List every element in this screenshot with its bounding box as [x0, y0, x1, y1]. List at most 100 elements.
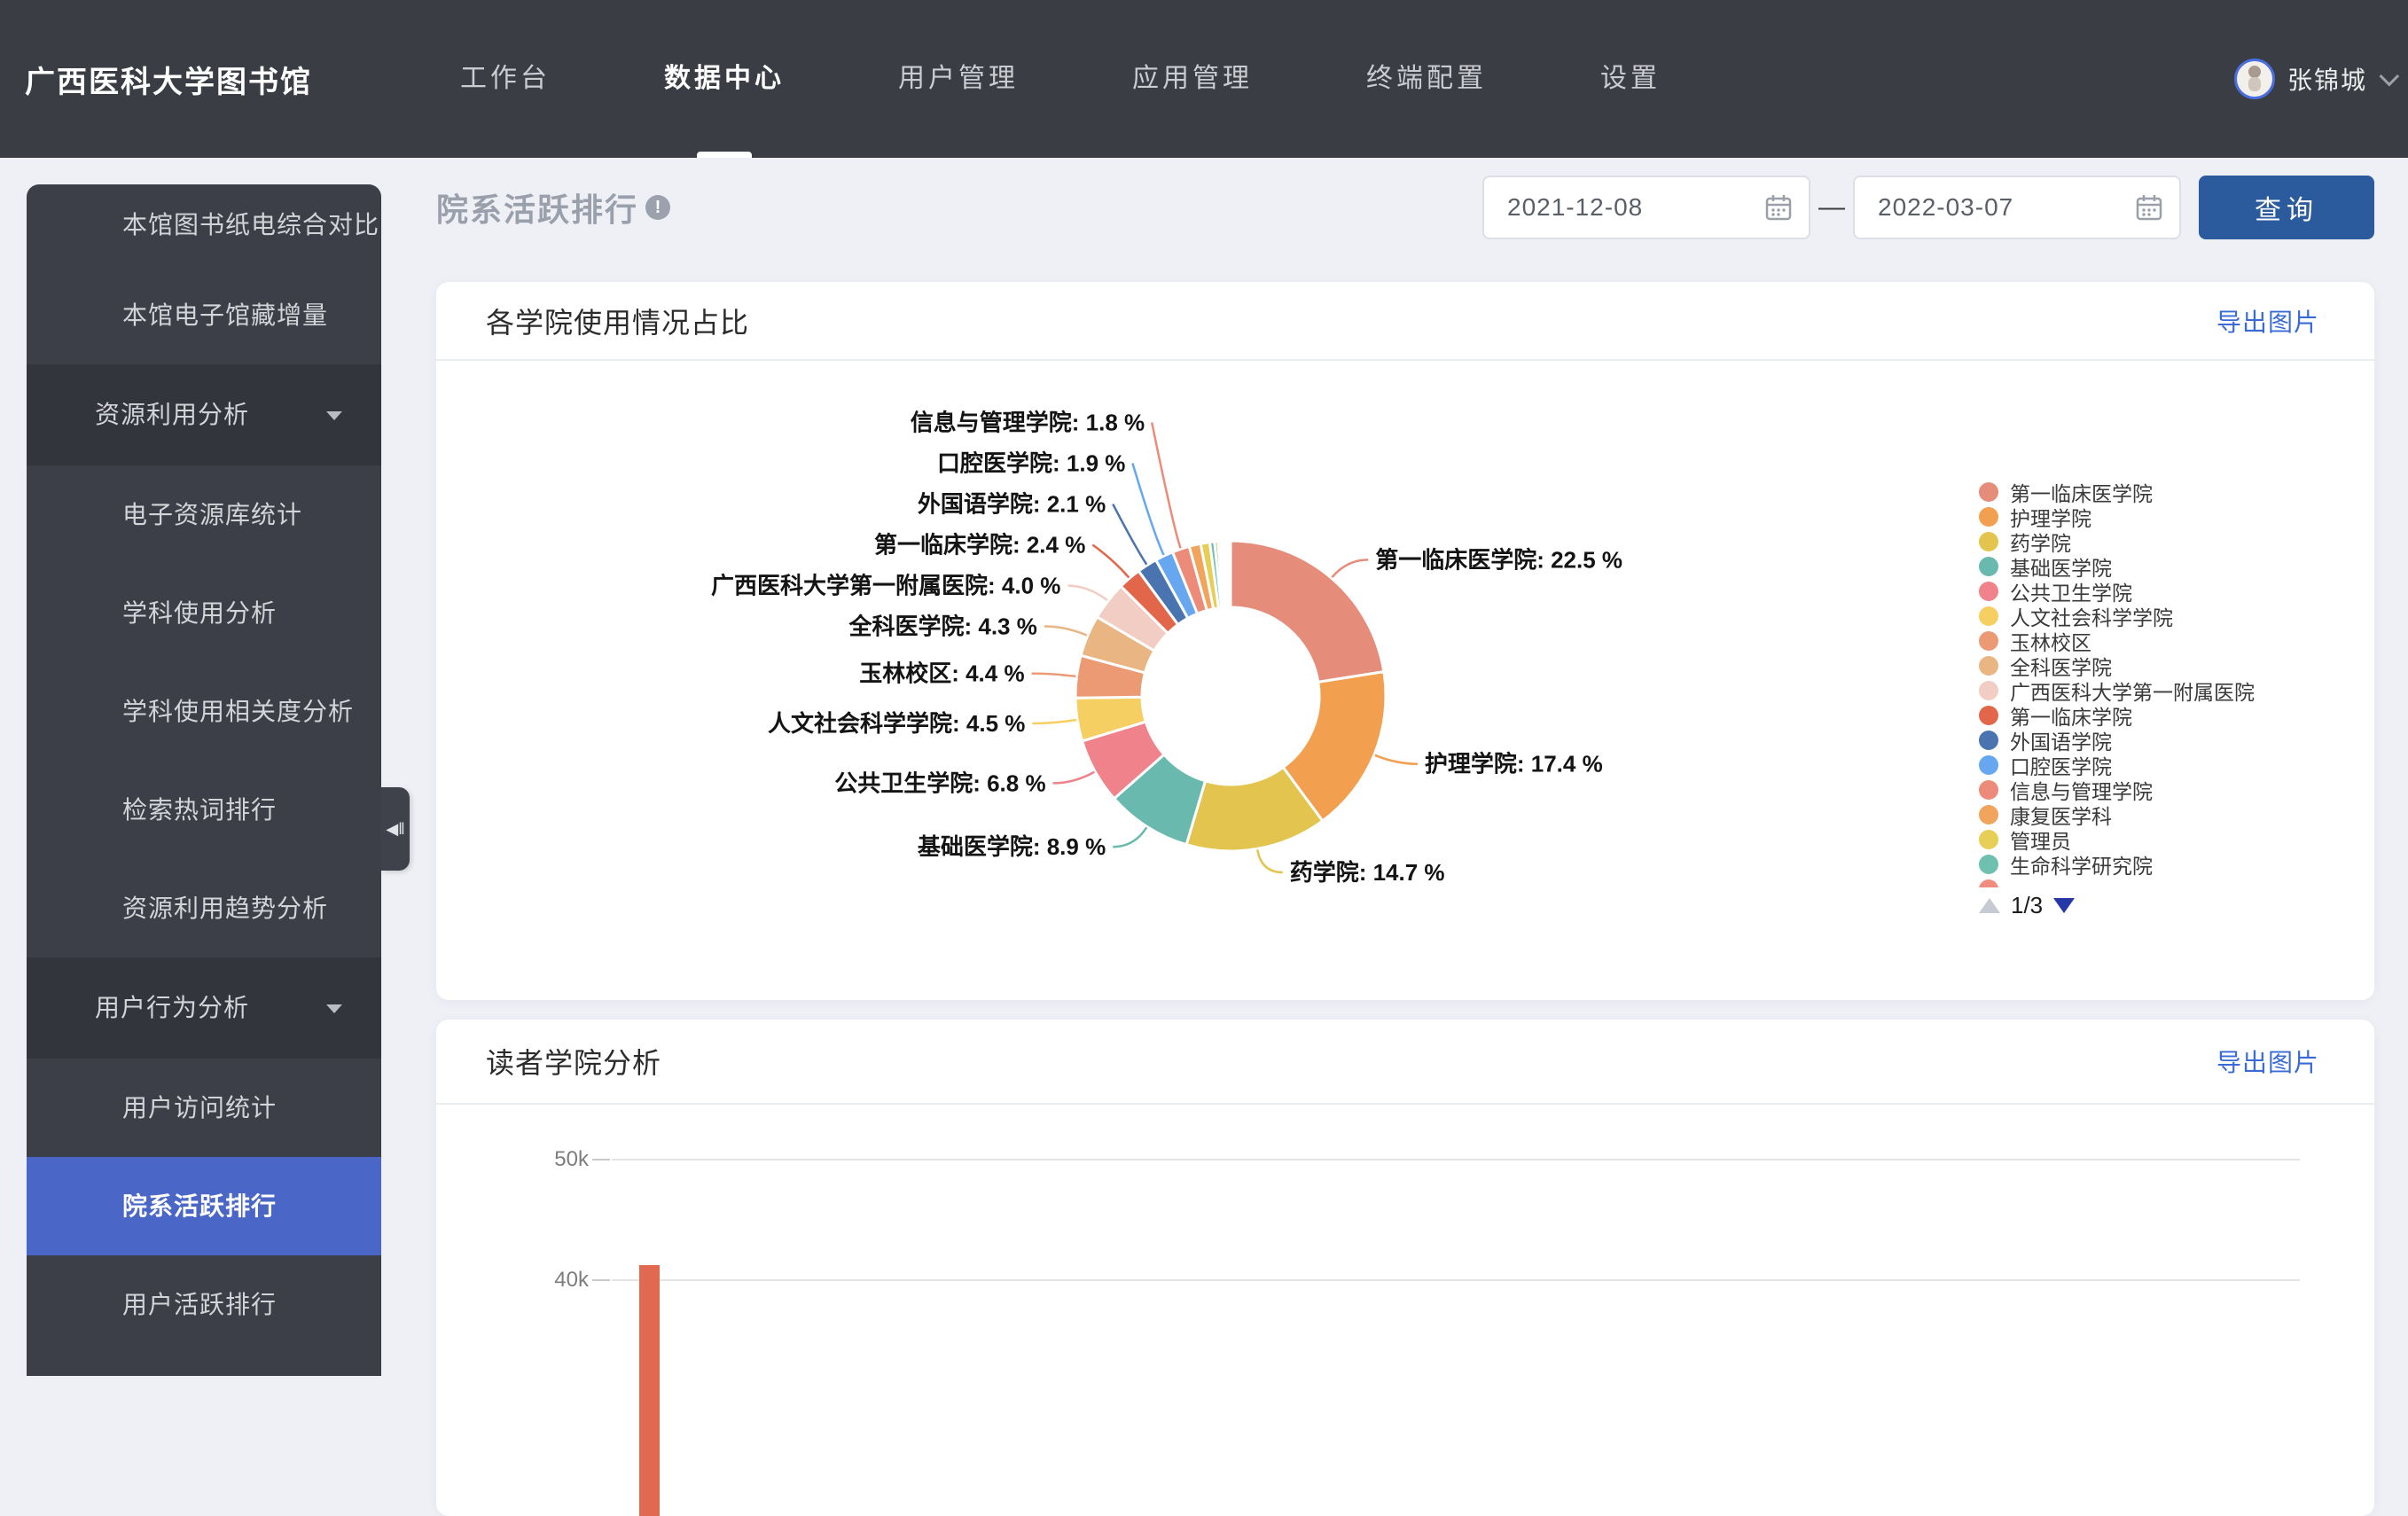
info-icon[interactable]: ! [645, 195, 670, 220]
page-title: 院系活跃排行 [436, 184, 638, 231]
sidebar-item-本馆图书纸电综合对比[interactable]: 本馆图书纸电综合对比 [27, 184, 381, 266]
sidebar-item-用户行为分析[interactable]: 用户行为分析 [27, 957, 381, 1059]
legend-item-信息与管理学院[interactable]: 信息与管理学院 [1979, 778, 2360, 802]
legend-color-dot [1979, 606, 1998, 626]
legend-item-玉林校区[interactable]: 玉林校区 [1979, 629, 2360, 653]
nav-item-数据中心[interactable]: 数据中心 [664, 0, 785, 158]
legend-color-dot [1979, 532, 1998, 551]
legend-color-dot [1979, 507, 1998, 527]
legend-item-公共卫生学院[interactable]: 公共卫生学院 [1979, 579, 2360, 604]
user-menu[interactable]: 张锦城 [2234, 59, 2394, 99]
date-to-input[interactable]: 2022-03-07 [1853, 176, 2181, 239]
sidebar-collapse-handle[interactable]: ◀‖ [381, 787, 410, 871]
sidebar-item-学科使用相关度分析[interactable]: 学科使用相关度分析 [27, 662, 381, 761]
sidebar-item-资源利用趋势分析[interactable]: 资源利用趋势分析 [27, 859, 381, 957]
calendar-icon [1764, 193, 1793, 222]
pie-slice-第一临床医学院[interactable] [1231, 541, 1384, 682]
legend-item-口腔医学院[interactable]: 口腔医学院 [1979, 753, 2360, 778]
pie-slice-other[interactable] [1230, 541, 1231, 607]
user-avatar[interactable] [2234, 59, 2275, 99]
caret-down-icon [326, 411, 342, 420]
label-line-信息与管理学院 [1152, 423, 1180, 549]
sidebar-item-院系活跃排行[interactable]: 院系活跃排行 [27, 1157, 381, 1255]
nav-item-工作台[interactable]: 工作台 [460, 0, 551, 158]
sidebar-item-本馆电子馆藏增量[interactable]: 本馆电子馆藏增量 [27, 266, 381, 364]
legend-item-生命科学研究院[interactable]: 生命科学研究院 [1979, 852, 2360, 877]
card-header: 读者学院分析 导出图片 [436, 1020, 2374, 1105]
gridline-40k [612, 1279, 2300, 1281]
user-name: 张锦城 [2287, 61, 2367, 97]
date-range-controls: 2021-12-08 — 2022-03-07 [1482, 176, 2374, 239]
sidebar-item-用户访问统计[interactable]: 用户访问统计 [27, 1059, 381, 1157]
legend-item-药学院[interactable]: 药学院 [1979, 529, 2360, 554]
date-from-input[interactable]: 2021-12-08 [1482, 176, 1810, 239]
nav-item-应用管理[interactable]: 应用管理 [1132, 0, 1253, 158]
legend-page-up-icon[interactable] [1979, 898, 2000, 913]
pie-label-全科医学院: 全科医学院: 4.3 % [848, 613, 1036, 640]
legend-item-人文社会科学学院[interactable]: 人文社会科学学院 [1979, 604, 2360, 629]
axis-tick [592, 1279, 610, 1281]
college-usage-share-card: 各学院使用情况占比 导出图片 第一临床医学院: 22.5 %护理学院: 17.4… [436, 282, 2374, 1000]
chevron-down-icon [2380, 66, 2400, 87]
legend-color-dot [1979, 681, 1998, 700]
card-title: 各学院使用情况占比 [486, 282, 749, 359]
label-line-公共卫生学院 [1053, 772, 1095, 784]
sidebar-item-用户活跃排行[interactable]: 用户活跃排行 [27, 1255, 381, 1354]
avatar-figure-icon [2237, 61, 2272, 97]
legend-color-dot [1979, 557, 1998, 576]
legend-item-第一临床学院[interactable]: 第一临床学院 [1979, 703, 2360, 728]
legend-item-广西医科大学第一附属医院[interactable]: 广西医科大学第一附属医院 [1979, 678, 2360, 703]
query-button[interactable]: 查询 [2199, 176, 2374, 239]
legend-color-dot [1979, 755, 1998, 775]
calendar-icon [2135, 193, 2163, 222]
bar-series-item[interactable] [639, 1265, 660, 1516]
legend-item-外国语学院[interactable]: 外国语学院 [1979, 728, 2360, 753]
legend-item-第一临床医学院[interactable]: 第一临床医学院 [1979, 480, 2360, 504]
label-line-全科医学院 [1044, 627, 1087, 636]
legend-item-康复医学科[interactable]: 康复医学科 [1979, 802, 2360, 827]
legend-item-护理学院[interactable]: 护理学院 [1979, 504, 2360, 529]
sidebar-item-电子资源库统计[interactable]: 电子资源库统计 [27, 465, 381, 564]
axis-tick [592, 1159, 610, 1160]
legend-item-管理员[interactable]: 管理员 [1979, 827, 2360, 852]
bar-chart: 50k40k [436, 1105, 2374, 1516]
gridline-50k [612, 1159, 2300, 1160]
pie-label-广西医科大学第一附属医院: 广西医科大学第一附属医院: 4.0 % [711, 573, 1060, 599]
legend-color-dot [1979, 879, 1998, 887]
legend-color-dot [1979, 731, 1998, 750]
legend-color-dot [1979, 656, 1998, 676]
nav-item-设置[interactable]: 设置 [1600, 0, 1661, 158]
legend-color-dot [1979, 482, 1998, 502]
legend-item-全科医学院[interactable]: 全科医学院 [1979, 653, 2360, 678]
pie-label-口腔医学院: 口腔医学院: 1.9 % [937, 450, 1125, 477]
legend-pager: 1/3 [1979, 892, 2075, 919]
ytick-label-50k: 50k [518, 1146, 589, 1173]
legend-item-基础医学院[interactable]: 基础医学院 [1979, 554, 2360, 579]
legend-color-dot [1979, 631, 1998, 651]
label-line-第一临床医学院 [1332, 559, 1368, 577]
label-line-护理学院 [1375, 755, 1418, 764]
legend-color-dot [1979, 855, 1998, 874]
pie-label-药学院: 药学院: 14.7 % [1290, 859, 1445, 886]
legend-page-down-icon[interactable] [2053, 898, 2075, 913]
app-logo-title: 广西医科大学图书馆 [25, 58, 312, 101]
sidebar-menu: 本馆图书纸电综合对比本馆电子馆藏增量资源利用分析电子资源库统计学科使用分析学科使… [27, 184, 381, 1376]
card-header: 各学院使用情况占比 导出图片 [436, 282, 2374, 361]
main-menu: 工作台 数据中心用户管理应用管理终端配置设置 [460, 0, 1661, 158]
sidebar-item-检索热词排行[interactable]: 检索热词排行 [27, 761, 381, 859]
legend-color-dot [1979, 830, 1998, 849]
label-line-广西医科大学第一附属医院 [1067, 586, 1107, 601]
nav-item-用户管理[interactable]: 用户管理 [898, 0, 1019, 158]
legend-color-dot [1979, 805, 1998, 824]
label-line-药学院 [1257, 849, 1282, 872]
pie-label-人文社会科学学院: 人文社会科学学院: 4.5 % [768, 710, 1025, 737]
sidebar-item-学科使用分析[interactable]: 学科使用分析 [27, 564, 381, 662]
pie-label-第一临床医学院: 第一临床医学院: 22.5 % [1375, 546, 1622, 573]
export-image-link[interactable]: 导出图片 [2216, 1020, 2319, 1103]
reader-college-analysis-card: 读者学院分析 导出图片 50k40k [436, 1020, 2374, 1516]
nav-item-终端配置[interactable]: 终端配置 [1366, 0, 1487, 158]
top-navigation-bar: 广西医科大学图书馆 工作台 数据中心用户管理应用管理终端配置设置 张锦城 [0, 0, 2408, 158]
export-image-link[interactable]: 导出图片 [2216, 282, 2319, 359]
sidebar-item-资源利用分析[interactable]: 资源利用分析 [27, 364, 381, 465]
legend-label: 生命科学研究院 [2010, 849, 2153, 879]
